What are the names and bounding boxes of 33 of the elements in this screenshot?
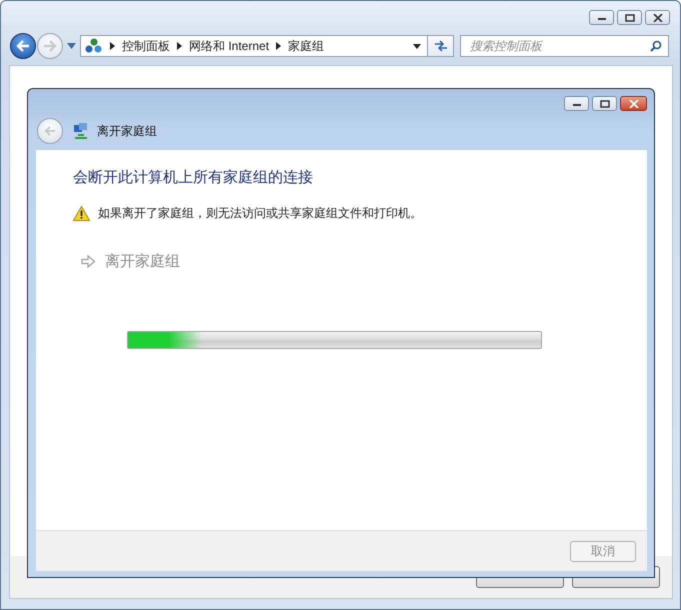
breadcrumb[interactable]: 控制面板: [122, 38, 170, 54]
homegroup-icon: [73, 122, 89, 140]
right-arrow-icon: [81, 255, 96, 268]
close-button[interactable]: [645, 10, 670, 25]
warning-text: 如果离开了家庭组，则无法访问或共享家庭组文件和打印机。: [98, 205, 422, 222]
maximize-button[interactable]: [592, 96, 617, 111]
maximize-icon: [600, 100, 610, 108]
chevron-icon: [110, 42, 115, 50]
chevron-icon: [276, 42, 282, 50]
minimize-button[interactable]: [589, 10, 614, 25]
right-arrow-icon: [43, 40, 57, 52]
minimize-button[interactable]: [564, 96, 589, 111]
search-field[interactable]: 搜索控制面板: [460, 35, 669, 57]
dialog-title: 离开家庭组: [97, 122, 157, 140]
network-icon: [85, 38, 103, 54]
breadcrumb[interactable]: 网络和 Internet: [189, 38, 270, 54]
maximize-icon: [624, 14, 634, 22]
warning-icon: [73, 206, 90, 221]
close-icon: [628, 100, 638, 108]
left-arrow-icon: [44, 126, 56, 136]
left-arrow-icon: [16, 40, 30, 52]
refresh-icon: [434, 40, 448, 52]
address-bar[interactable]: 控制面板 网络和 Internet 家庭组: [80, 35, 428, 57]
back-button[interactable]: [10, 33, 36, 59]
heading: 会断开此计算机上所有家庭组的连接: [73, 168, 313, 187]
close-button[interactable]: [620, 96, 647, 111]
dropdown-icon[interactable]: [413, 44, 421, 48]
close-icon: [652, 14, 662, 22]
chevron-icon: [177, 42, 182, 50]
refresh-button[interactable]: [428, 35, 454, 57]
breadcrumb[interactable]: 家庭组: [288, 38, 324, 54]
search-icon: [650, 40, 662, 52]
maximize-button[interactable]: [617, 10, 642, 25]
